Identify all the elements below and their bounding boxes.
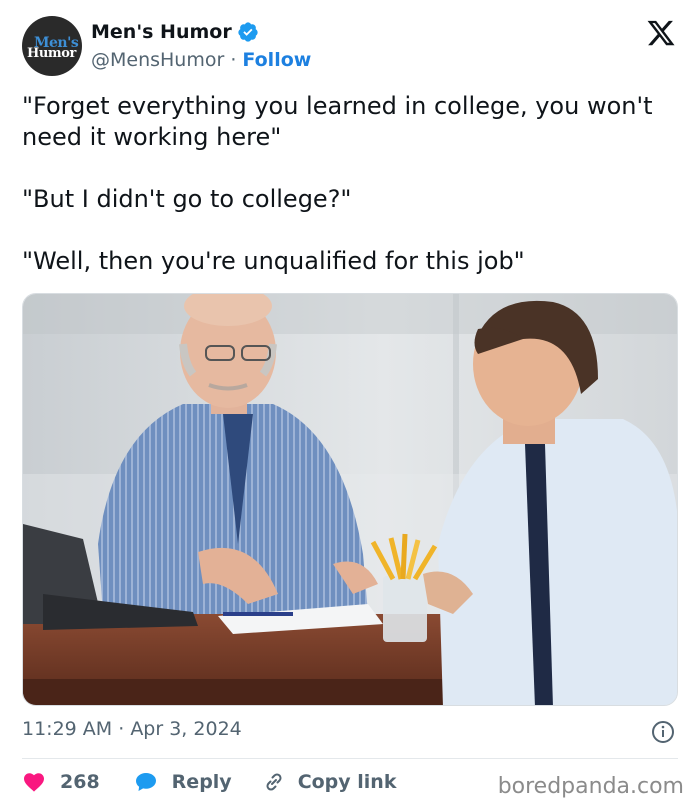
tweet-header: Men's Humor Men's Humor @MensHumor · Fol… [22, 16, 682, 76]
tweet-text: "Forget everything you learned in colleg… [22, 91, 682, 277]
display-name[interactable]: Men's Humor [91, 21, 232, 43]
divider [22, 758, 678, 759]
tweet-paragraph: "Forget everything you learned in colleg… [22, 92, 653, 151]
office-interview-photo [23, 294, 677, 705]
x-logo-icon[interactable] [646, 18, 676, 48]
watermark: boredpanda.com [497, 774, 684, 799]
handle[interactable]: @MensHumor [91, 49, 224, 71]
like-button[interactable]: 268 [22, 770, 100, 794]
handle-row: @MensHumor · Follow [91, 49, 311, 71]
info-icon[interactable] [651, 720, 675, 744]
tweet-time: 11:29 AM [22, 718, 113, 740]
tweet-actions: 268 Reply Copy link [22, 767, 396, 797]
avatar-text-line2: Humor [27, 46, 77, 61]
tweet-timestamp[interactable]: 11:29 AM · Apr 3, 2024 [22, 718, 242, 740]
avatar[interactable]: Men's Humor [22, 16, 82, 76]
like-count: 268 [60, 771, 100, 793]
reply-label: Reply [171, 771, 232, 793]
timestamp-separator: · [112, 718, 131, 740]
reply-button[interactable]: Reply [134, 770, 232, 794]
follow-button[interactable]: Follow [242, 49, 311, 71]
tweet-paragraph: "But I didn't go to college?" [22, 185, 352, 213]
tweet-date: Apr 3, 2024 [130, 718, 242, 740]
link-icon [266, 773, 282, 791]
tweet-paragraph: "Well, then you're unqualified for this … [22, 247, 525, 275]
name-row: Men's Humor [91, 21, 259, 43]
heart-icon [24, 773, 44, 792]
reply-bubble-icon [135, 773, 156, 791]
copy-link-label: Copy link [297, 771, 397, 793]
handle-separator: · [224, 49, 243, 71]
tweet-photo[interactable] [22, 293, 678, 706]
copy-link-button[interactable]: Copy link [262, 770, 397, 794]
verified-badge-icon [238, 22, 258, 42]
